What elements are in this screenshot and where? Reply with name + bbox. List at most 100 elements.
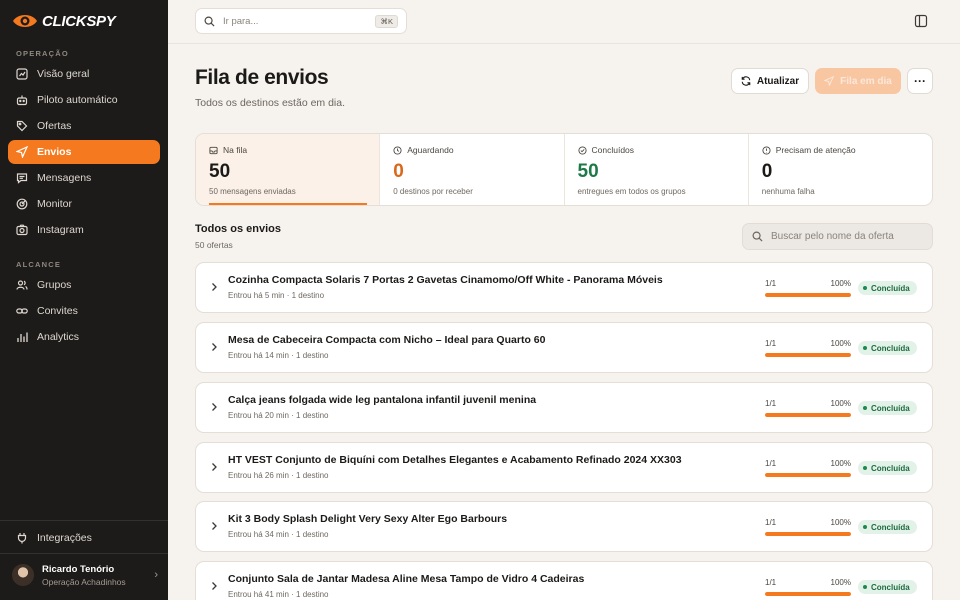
row-meta: Entrou há 26 min · 1 destino [228, 471, 329, 480]
status-label: Concluída [871, 283, 910, 293]
tag-icon [16, 120, 28, 132]
table-row[interactable]: Cozinha Compacta Solaris 7 Portas 2 Gave… [195, 262, 933, 313]
stat-card-atencao[interactable]: Precisam de atenção 0 nenhuma falha [749, 134, 932, 205]
sidebar-toggle-icon[interactable] [914, 14, 928, 28]
row-title: Conjunto Sala de Jantar Madesa Aline Mes… [228, 573, 585, 585]
section-label-operacao: OPERAÇÃO [16, 49, 69, 58]
stat-value: 0 [761, 161, 773, 182]
row-fraction: 1/1 [765, 578, 777, 587]
progress-bar [765, 532, 851, 536]
status-dot-icon [863, 286, 867, 290]
offer-search-input[interactable]: Buscar pelo nome da oferta [742, 223, 933, 250]
radar-icon [16, 198, 28, 210]
camera-icon [16, 224, 28, 236]
chart-icon [16, 68, 28, 80]
page-title: Fila de envios [195, 66, 329, 89]
stat-card-na-fila[interactable]: Na fila 50 50 mensagens enviadas [196, 134, 381, 205]
status-label: Concluída [871, 343, 910, 353]
goto-search-placeholder: Ir para... [223, 15, 259, 27]
table-row[interactable]: Conjunto Sala de Jantar Madesa Aline Mes… [195, 561, 933, 600]
table-row[interactable]: HT VEST Conjunto de Biquíni com Detalhes… [195, 442, 933, 493]
sidebar-item-monitor[interactable]: Monitor [8, 192, 160, 216]
brand-logo[interactable]: CLICKSPY [12, 10, 116, 32]
row-percent: 100% [830, 339, 851, 348]
search-icon [752, 231, 763, 242]
sidebar-item-integracoes[interactable]: Integrações [8, 526, 160, 550]
status-dot-icon [863, 406, 867, 410]
stat-label: Aguardando [407, 145, 454, 155]
sidebar-item-mensagens[interactable]: Mensagens [8, 166, 160, 190]
table-row[interactable]: Mesa de Cabeceira Compacta com Nicho – I… [195, 322, 933, 373]
avatar [12, 564, 34, 586]
user-name: Ricardo Tenório [42, 563, 115, 575]
status-label: Concluída [871, 582, 910, 592]
more-icon: ··· [914, 74, 926, 88]
status-badge: Concluída [858, 580, 917, 594]
chevron-right-icon: › [154, 569, 158, 581]
sidebar-item-label: Mensagens [37, 172, 92, 184]
sidebar-item-label: Analytics [37, 331, 80, 343]
chevron-right-icon[interactable] [210, 462, 218, 472]
queue-status-button[interactable]: Fila em dia [815, 68, 901, 94]
search-icon [204, 16, 215, 27]
progress-bar [765, 413, 851, 417]
progress-bar-fill [765, 532, 851, 536]
robot-icon [16, 95, 28, 106]
sidebar-item-convites[interactable]: Convites [8, 299, 160, 323]
row-meta: Entrou há 34 min · 1 destino [228, 530, 329, 539]
sidebar-item-label: Piloto automático [37, 94, 118, 106]
progress-bar-fill [765, 592, 851, 596]
row-fraction: 1/1 [765, 279, 777, 288]
chevron-right-icon[interactable] [210, 282, 218, 292]
row-percent: 100% [830, 399, 851, 408]
inbox-icon [209, 146, 218, 154]
chevron-right-icon[interactable] [210, 521, 218, 531]
sidebar-item-grupos[interactable]: Grupos [8, 273, 160, 297]
row-meta: Entrou há 20 min · 1 destino [228, 411, 329, 420]
row-meta: Entrou há 41 min · 1 destino [228, 590, 329, 599]
refresh-icon [741, 76, 751, 86]
check-circle-icon [577, 145, 587, 155]
list-count: 50 ofertas [195, 240, 233, 250]
row-title: HT VEST Conjunto de Biquíni com Detalhes… [228, 454, 682, 466]
sidebar-item-ofertas[interactable]: Ofertas [8, 114, 160, 138]
row-title: Kit 3 Body Splash Delight Very Sexy Alte… [228, 513, 508, 525]
sidebar-item-instagram[interactable]: Instagram [8, 218, 160, 242]
sidebar-item-piloto-automatico[interactable]: Piloto automático [8, 88, 160, 112]
sidebar-item-envios[interactable]: Envios [8, 140, 160, 164]
sidebar-item-visao-geral[interactable]: Visão geral [8, 62, 160, 86]
list-title: Todos os envios [195, 223, 281, 235]
stat-label: Na fila [223, 145, 248, 155]
send-icon [824, 76, 835, 86]
row-meta: Entrou há 14 min · 1 destino [228, 351, 329, 360]
chevron-right-icon[interactable] [210, 342, 218, 352]
active-stat-indicator [209, 203, 367, 205]
row-title: Calça jeans folgada wide leg pantalona i… [228, 394, 537, 406]
stat-label: Precisam de atenção [775, 145, 856, 155]
chevron-right-icon[interactable] [210, 402, 218, 412]
row-fraction: 1/1 [765, 518, 777, 527]
page-subtitle: Todos os destinos estão em dia. [195, 97, 346, 109]
table-row[interactable]: Calça jeans folgada wide leg pantalona i… [195, 382, 933, 433]
goto-search[interactable]: Ir para... ⌘K [195, 8, 407, 34]
stat-caption: 50 mensagens enviadas [209, 187, 296, 196]
row-percent: 100% [830, 578, 851, 587]
sidebar-item-label: Grupos [37, 279, 72, 291]
row-percent: 100% [830, 459, 851, 468]
status-badge: Concluída [858, 401, 917, 415]
stat-card-concluidos[interactable]: Concluídos 50 entregues em todos os grup… [565, 134, 749, 205]
sidebar-item-analytics[interactable]: Analytics [8, 325, 160, 349]
link-icon [16, 308, 28, 314]
user-menu[interactable]: Ricardo Tenório Operação Achadinhos › [12, 562, 158, 588]
refresh-button[interactable]: Atualizar [731, 68, 809, 94]
table-row[interactable]: Kit 3 Body Splash Delight Very Sexy Alte… [195, 501, 933, 552]
status-label: Concluída [871, 403, 910, 413]
stat-card-aguardando[interactable]: Aguardando 0 0 destinos por receber [380, 134, 565, 205]
brand-name: CLICKSPY [42, 12, 116, 30]
status-dot-icon [863, 585, 867, 589]
queue-status-label: Fila em dia [840, 75, 892, 87]
sidebar-divider [0, 553, 168, 554]
progress-bar [765, 293, 851, 297]
more-options-button[interactable]: ··· [907, 68, 933, 94]
chevron-right-icon[interactable] [210, 581, 218, 591]
